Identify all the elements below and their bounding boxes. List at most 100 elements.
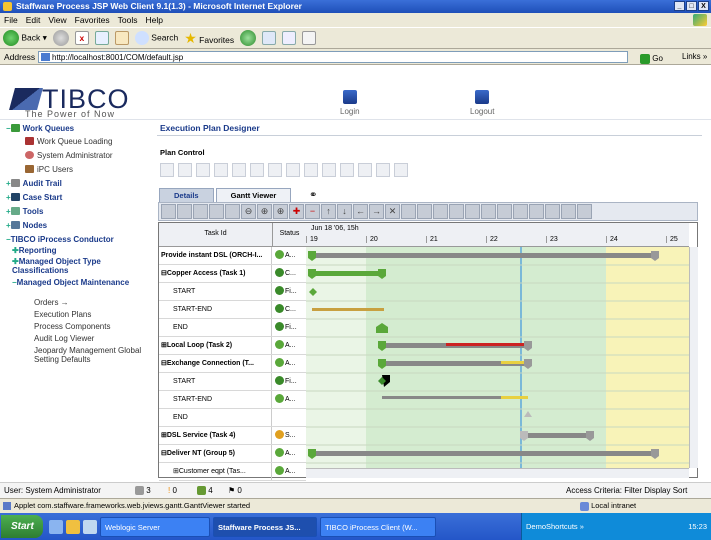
gantt-tool-23-icon[interactable]: [513, 204, 528, 219]
horizontal-scrollbar[interactable]: [306, 468, 689, 478]
sidebar-item-audit-log-viewer[interactable]: Audit Log Viewer: [34, 334, 94, 343]
gantt-tool-3-icon[interactable]: [193, 204, 208, 219]
tab-gantt-viewer[interactable]: Gantt Viewer: [215, 188, 292, 202]
stop-icon[interactable]: x: [74, 31, 89, 45]
outdent-icon[interactable]: →: [369, 204, 384, 219]
menu-file[interactable]: File: [4, 13, 18, 27]
filter-icon[interactable]: [358, 163, 372, 177]
table-row[interactable]: END: [159, 409, 306, 427]
delete-icon[interactable]: ✕: [385, 204, 400, 219]
edit-icon[interactable]: [304, 163, 318, 177]
access-criteria[interactable]: Access Criteria: Filter Display Sort: [566, 483, 687, 498]
table-row[interactable]: START Fi...: [159, 373, 306, 391]
tree-icon[interactable]: [322, 163, 336, 177]
history-icon[interactable]: [262, 31, 277, 45]
menu-view[interactable]: View: [48, 13, 66, 27]
zoom-in-icon[interactable]: ⊕: [257, 204, 272, 219]
sidebar-item-tools[interactable]: + Tools: [6, 207, 43, 216]
binoculars-icon[interactable]: ⚭: [309, 190, 317, 201]
start-button[interactable]: Start: [1, 515, 43, 538]
gantt-tool-26-icon[interactable]: [561, 204, 576, 219]
sidebar-item-system-administrator[interactable]: System Administrator: [25, 151, 113, 160]
print-icon[interactable]: [302, 31, 317, 45]
home-icon[interactable]: [114, 31, 129, 45]
gantt-chart-area[interactable]: [306, 247, 689, 468]
gantt-tool-25-icon[interactable]: [545, 204, 560, 219]
quicklaunch-explorer-icon[interactable]: [83, 519, 97, 534]
gantt-tool-17-icon[interactable]: [417, 204, 432, 219]
table-row[interactable]: ⊞Customer eqpt (Tas... A...: [159, 463, 306, 481]
gantt-tool-24-icon[interactable]: [529, 204, 544, 219]
sidebar-item-case-start[interactable]: + Case Start: [6, 193, 62, 202]
gantt-tool-2-icon[interactable]: [177, 204, 192, 219]
taskbar-iprocess-client[interactable]: TIBCO iProcess Client (W...: [320, 516, 436, 537]
demo-shortcuts[interactable]: DemoShortcuts »: [526, 522, 584, 531]
favorites-button[interactable]: ★ Favorites: [184, 30, 234, 47]
address-input[interactable]: http://localhost:8001/COM/default.jsp: [38, 51, 628, 63]
table-row[interactable]: START Fi...: [159, 283, 306, 301]
table-row[interactable]: START-END C...: [159, 301, 306, 319]
maximize-button[interactable]: □: [686, 1, 697, 11]
back-button[interactable]: Back ▾: [3, 30, 47, 46]
sidebar-item-ipc-users[interactable]: iPC Users: [25, 165, 73, 174]
tab-details[interactable]: Details: [159, 188, 214, 202]
add-row-icon[interactable]: ✚: [289, 204, 304, 219]
add-node-icon[interactable]: [196, 163, 210, 177]
step-icon[interactable]: [286, 163, 300, 177]
gantt-tool-4-icon[interactable]: [209, 204, 224, 219]
menu-tools[interactable]: Tools: [118, 13, 138, 27]
sidebar-item-managed-object-type[interactable]: ✚Managed Object Type Classifications: [12, 257, 152, 275]
gantt-tool-27-icon[interactable]: [577, 204, 592, 219]
remove-row-icon[interactable]: −: [305, 204, 320, 219]
menu-favorites[interactable]: Favorites: [75, 13, 110, 27]
table-row[interactable]: ⊟Copper Access (Task 1) C...: [159, 265, 306, 283]
menu-edit[interactable]: Edit: [26, 13, 41, 27]
quicklaunch-ie-icon[interactable]: [66, 519, 80, 534]
close-button[interactable]: X: [698, 1, 709, 11]
bar-row-9[interactable]: [382, 396, 528, 399]
mail-icon[interactable]: [282, 31, 297, 45]
table-row[interactable]: ⊞DSL Service (Task 4) S...: [159, 427, 306, 445]
save-icon[interactable]: [160, 163, 174, 177]
sidebar-item-jeopardy[interactable]: Jeopardy Management Global Setting Defau…: [34, 346, 149, 364]
links-button[interactable]: Links »: [682, 49, 707, 65]
pointer-icon[interactable]: [178, 163, 192, 177]
media-icon[interactable]: [240, 30, 257, 46]
gantt-tool-21-icon[interactable]: [481, 204, 496, 219]
gantt-tool-18-icon[interactable]: [433, 204, 448, 219]
zoom-out-icon[interactable]: ⊖: [241, 204, 256, 219]
export-icon[interactable]: [394, 163, 408, 177]
table-row[interactable]: ⊟Exchange Connection (T... A...: [159, 355, 306, 373]
minimize-button[interactable]: _: [674, 1, 685, 11]
gantt-tool-19-icon[interactable]: [449, 204, 464, 219]
task-id-header[interactable]: Task Id: [159, 223, 273, 246]
move-down-icon[interactable]: ↓: [337, 204, 352, 219]
vertical-scrollbar[interactable]: [689, 247, 698, 468]
gantt-tool-5-icon[interactable]: [225, 204, 240, 219]
menu-help[interactable]: Help: [145, 13, 162, 27]
zoom-fit-icon[interactable]: ⊕: [273, 204, 288, 219]
forward-button[interactable]: [52, 30, 69, 46]
table-row[interactable]: START-END A...: [159, 391, 306, 409]
sidebar-item-process-components[interactable]: Process Components: [34, 322, 110, 331]
sidebar-item-audit-trail[interactable]: + Audit Trail: [6, 179, 62, 188]
gantt-tool-16-icon[interactable]: [401, 204, 416, 219]
pen-icon[interactable]: [214, 163, 228, 177]
status-header[interactable]: Status: [273, 223, 306, 246]
gantt-tool-22-icon[interactable]: [497, 204, 512, 219]
table-row[interactable]: ⊞Local Loop (Task 2) A...: [159, 337, 306, 355]
pause-icon[interactable]: [250, 163, 264, 177]
sidebar-item-work-queues[interactable]: − Work Queues: [6, 124, 74, 133]
refresh-icon[interactable]: [94, 31, 109, 45]
taskbar-staffware[interactable]: Staffware Process JS...: [213, 516, 317, 537]
play-icon[interactable]: [268, 163, 282, 177]
indent-icon[interactable]: ←: [353, 204, 368, 219]
search-button[interactable]: Search: [134, 31, 178, 45]
gantt-tool-20-icon[interactable]: [465, 204, 480, 219]
sidebar-item-nodes[interactable]: + Nodes: [6, 221, 47, 230]
move-up-icon[interactable]: ↑: [321, 204, 336, 219]
table-row[interactable]: END Fi...: [159, 319, 306, 337]
table-row[interactable]: ⊟Deliver NT (Group 5) A...: [159, 445, 306, 463]
sidebar-item-orders[interactable]: Orders →: [34, 298, 69, 307]
sidebar-item-execution-plans[interactable]: Execution Plans: [34, 310, 91, 319]
